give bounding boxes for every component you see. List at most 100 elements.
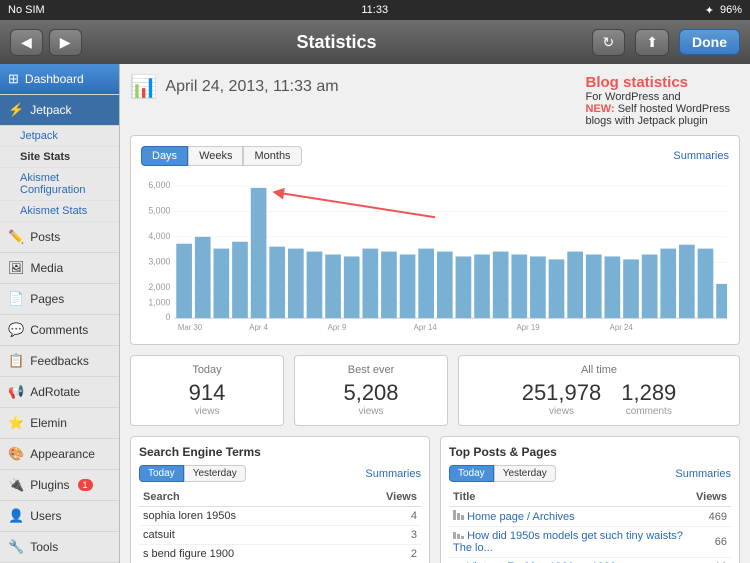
share-button[interactable]: ⬆: [635, 29, 669, 56]
svg-text:1,000: 1,000: [148, 297, 170, 307]
jetpack-icon: ⚡: [8, 102, 24, 118]
plugins-icon: 🔌: [8, 477, 24, 493]
top-posts-tabs: Today Yesterday Summaries: [449, 465, 731, 482]
refresh-button[interactable]: ↻: [592, 29, 626, 56]
svg-text:4,000: 4,000: [148, 231, 170, 241]
search-terms-table: Search Views sophia loren 1950s 4 catsui…: [139, 488, 421, 563]
sidebar-item-elemin[interactable]: ⭐ Elemin: [0, 408, 119, 439]
media-icon: 🖼: [8, 260, 25, 276]
sidebar-item-appearance[interactable]: 🎨 Appearance: [0, 439, 119, 470]
stat-box-best: Best ever 5,208 views: [294, 355, 448, 426]
table-row: Home page / Archives 469: [449, 507, 731, 527]
post-title-2: How did 1950s models get such tiny waist…: [449, 527, 692, 558]
posts-icon: ✏️: [8, 229, 24, 245]
stats-header-icon: 📊: [130, 74, 157, 100]
annotation-line2rest: Self hosted WordPress: [615, 103, 730, 115]
stats-header: 📊 April 24, 2013, 11:33 am: [130, 74, 339, 100]
table-row: sophia loren 1950s 4: [139, 507, 421, 526]
post-title-3: Vintage Fashion 1920s – 1980s: [449, 558, 692, 563]
stat-alltime-label: All time: [471, 364, 727, 376]
search-tab-today[interactable]: Today: [139, 465, 184, 482]
tools-icon: 🔧: [8, 539, 24, 555]
sidebar-elemin-label: Elemin: [30, 416, 67, 430]
search-views-1: 4: [342, 507, 421, 526]
svg-text:6,000: 6,000: [148, 180, 170, 190]
chart-summaries-link[interactable]: Summaries: [673, 150, 729, 162]
posts-tab-today[interactable]: Today: [449, 465, 494, 482]
blog-stats-annotation: Blog statistics For WordPress and NEW: S…: [586, 74, 731, 127]
posts-summaries-link[interactable]: Summaries: [675, 468, 731, 480]
svg-text:5,000: 5,000: [148, 205, 170, 215]
post-views-3: 16: [692, 558, 731, 563]
status-bar: No SIM 11:33 ✦ 96%: [0, 0, 750, 20]
sidebar-item-dashboard[interactable]: ⊞ Dashboard: [0, 64, 119, 95]
users-icon: 👤: [8, 508, 24, 524]
chart-svg: 6,000 5,000 4,000 3,000 2,000 1,000 0: [141, 174, 729, 334]
sidebar-item-users[interactable]: 👤 Users: [0, 501, 119, 532]
sidebar-item-posts[interactable]: ✏️ Posts: [0, 222, 119, 253]
adrotate-icon: 📢: [8, 384, 24, 400]
sidebar-sub-akismet-stats[interactable]: Akismet Stats: [0, 201, 119, 222]
sidebar-item-adrotate[interactable]: 📢 AdRotate: [0, 377, 119, 408]
search-views-3: 2: [342, 545, 421, 563]
feedbacks-icon: 📋: [8, 353, 24, 369]
table-row: catsuit 3: [139, 526, 421, 545]
sidebar: ⊞ Dashboard ⚡ Jetpack Jetpack Site Stats…: [0, 64, 120, 563]
sidebar-pages-label: Pages: [30, 292, 64, 306]
sidebar-feedbacks-label: Feedbacks: [30, 354, 89, 368]
nav-buttons: ◀ ▶: [10, 29, 82, 56]
forward-button[interactable]: ▶: [49, 29, 82, 56]
bottom-tables: Search Engine Terms Today Yesterday Summ…: [130, 436, 740, 563]
back-button[interactable]: ◀: [10, 29, 43, 56]
top-bar: ◀ ▶ Statistics ↻ ⬆ Done: [0, 20, 750, 64]
chart-tab-months[interactable]: Months: [243, 146, 301, 166]
bar-chart-icon-2: [453, 532, 464, 539]
pages-icon: 📄: [8, 291, 24, 307]
sidebar-adrotate-label: AdRotate: [30, 385, 80, 399]
search-terms-tabs: Today Yesterday Summaries: [139, 465, 421, 482]
signal-text: No SIM: [8, 4, 45, 16]
posts-tab-yesterday[interactable]: Yesterday: [494, 465, 556, 482]
chart-tab-weeks[interactable]: Weeks: [188, 146, 243, 166]
stat-today-sub: views: [143, 406, 271, 417]
sidebar-item-media[interactable]: 🖼 Media: [0, 253, 119, 284]
stat-box-alltime: All time 251,978 views 1,289 comments: [458, 355, 740, 426]
sidebar-sub-sitestats[interactable]: Site Stats: [0, 147, 119, 168]
bar-chart-icon-1: [453, 510, 464, 520]
stats-summary: Today 914 views Best ever 5,208 views Al…: [130, 355, 740, 426]
elemin-icon: ⭐: [8, 415, 24, 431]
search-tab-yesterday[interactable]: Yesterday: [184, 465, 246, 482]
time-text: 11:33: [361, 4, 388, 16]
search-summaries-link[interactable]: Summaries: [365, 468, 421, 480]
sidebar-item-plugins[interactable]: 🔌 Plugins 1: [0, 470, 119, 501]
page-title: Statistics: [297, 32, 377, 53]
post-views-1: 469: [692, 507, 731, 527]
stat-best-value: 5,208: [307, 380, 435, 406]
sidebar-item-comments[interactable]: 💬 Comments: [0, 315, 119, 346]
search-term-3: s bend figure 1900: [139, 545, 342, 563]
stat-box-today: Today 914 views: [130, 355, 284, 426]
search-term-1: sophia loren 1950s: [139, 507, 342, 526]
sidebar-sub-jetpack[interactable]: Jetpack: [0, 126, 119, 147]
main-layout: ⊞ Dashboard ⚡ Jetpack Jetpack Site Stats…: [0, 64, 750, 563]
sidebar-dashboard-label: Dashboard: [25, 72, 84, 86]
chart-tab-days[interactable]: Days: [141, 146, 188, 166]
posts-col-views: Views: [692, 488, 731, 507]
done-button[interactable]: Done: [679, 29, 740, 55]
sidebar-sub-akismet-config[interactable]: Akismet Configuration: [0, 168, 119, 201]
svg-text:Mar 30: Mar 30: [178, 323, 203, 332]
sidebar-media-label: Media: [31, 261, 64, 275]
sidebar-jetpack-label: Jetpack: [30, 103, 71, 117]
annotation-highlight: NEW:: [586, 103, 615, 115]
chart-container: Days Weeks Months Summaries 6,000 5,000 …: [130, 135, 740, 345]
sidebar-item-pages[interactable]: 📄 Pages: [0, 284, 119, 315]
sidebar-item-tools[interactable]: 🔧 Tools: [0, 532, 119, 563]
plugins-badge: 1: [78, 479, 93, 491]
stat-today-value: 914: [143, 380, 271, 406]
sidebar-item-jetpack[interactable]: ⚡ Jetpack: [0, 95, 119, 126]
stat-today-label: Today: [143, 364, 271, 376]
sidebar-item-feedbacks[interactable]: 📋 Feedbacks: [0, 346, 119, 377]
top-posts-box: Top Posts & Pages Today Yesterday Summar…: [440, 436, 740, 563]
sidebar-plugins-label: Plugins: [30, 478, 69, 492]
sidebar-users-label: Users: [30, 509, 61, 523]
